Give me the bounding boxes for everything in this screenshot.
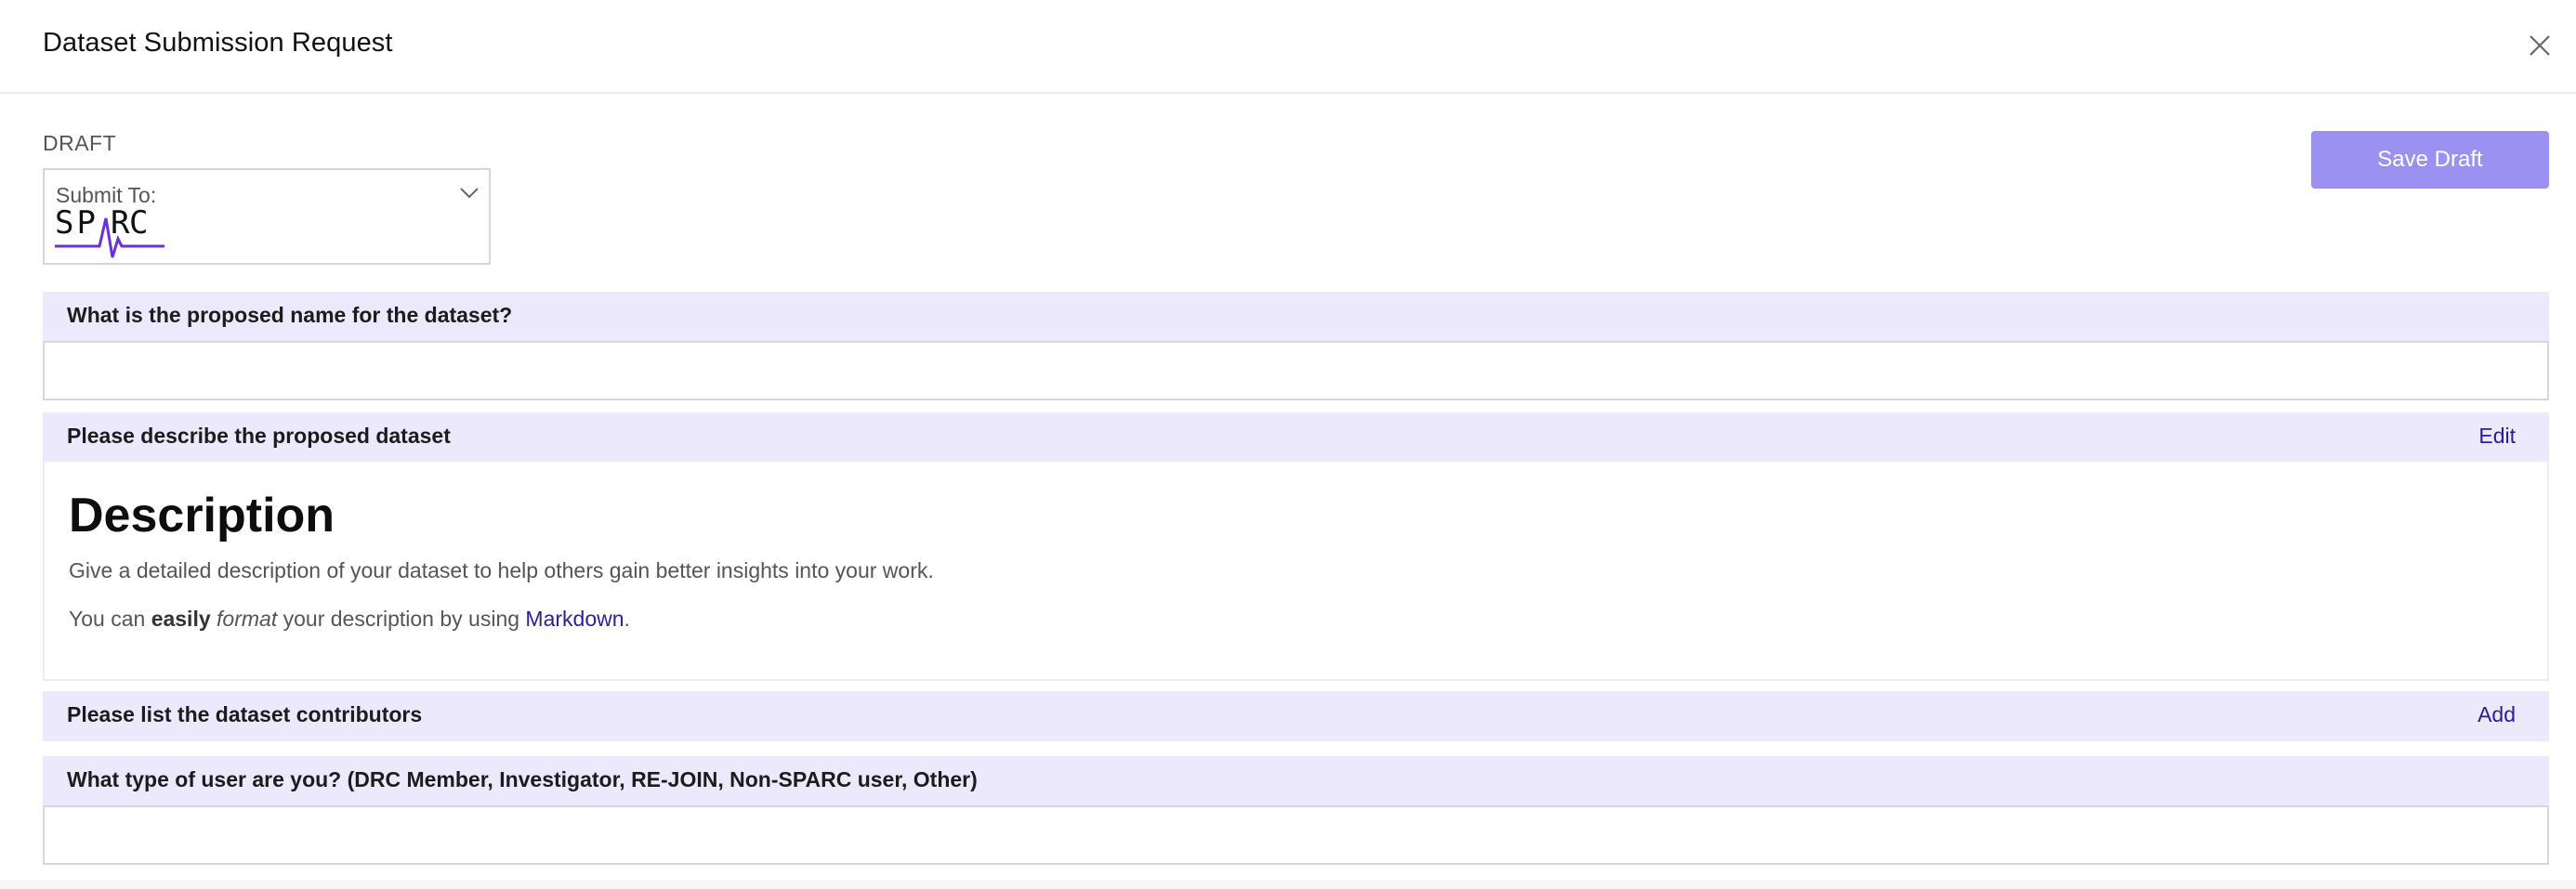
dataset-name-input[interactable] bbox=[43, 341, 2549, 400]
status-label: DRAFT bbox=[43, 131, 117, 155]
question-dataset-name: What is the proposed name for the datase… bbox=[67, 303, 513, 327]
modal-body: DRAFT Save Draft Submit To: SP C R What … bbox=[0, 94, 2576, 889]
section-description: Please describe the proposed dataset Edi… bbox=[43, 412, 2549, 463]
description-paragraph-2: You can easily format your description b… bbox=[69, 607, 630, 632]
question-contributors: Please list the dataset contributors bbox=[67, 702, 423, 726]
svg-text:R: R bbox=[111, 205, 130, 242]
para2-prefix: You can bbox=[69, 607, 151, 631]
chevron-down-icon bbox=[460, 188, 479, 199]
add-contributor-button[interactable]: Add bbox=[2477, 702, 2516, 727]
submit-to-select[interactable]: Submit To: SP C R bbox=[43, 168, 491, 265]
para2-suffix: . bbox=[624, 607, 630, 631]
section-dataset-name: What is the proposed name for the datase… bbox=[43, 292, 2549, 342]
description-preview: Description Give a detailed description … bbox=[43, 462, 2549, 681]
question-user-type: What type of user are you? (DRC Member, … bbox=[67, 767, 978, 791]
svg-text:SP: SP bbox=[55, 205, 99, 242]
para2-middle: your description by using bbox=[277, 607, 526, 631]
description-heading: Description bbox=[69, 489, 335, 543]
section-contributors: Please list the dataset contributors Add bbox=[43, 691, 2549, 741]
para2-bold: easily bbox=[151, 607, 211, 631]
modal-header: Dataset Submission Request bbox=[0, 0, 2576, 94]
user-type-input[interactable] bbox=[43, 805, 2549, 865]
edit-description-button[interactable]: Edit bbox=[2478, 424, 2516, 449]
sparc-logo: SP C R bbox=[55, 205, 164, 258]
para2-italic: format bbox=[217, 607, 278, 631]
save-draft-button[interactable]: Save Draft bbox=[2311, 131, 2549, 189]
svg-text:C: C bbox=[129, 205, 148, 242]
markdown-link[interactable]: Markdown bbox=[525, 607, 624, 631]
description-paragraph-1: Give a detailed description of your data… bbox=[69, 558, 934, 582]
submit-to-label: Submit To: bbox=[56, 183, 157, 207]
close-icon[interactable] bbox=[2526, 32, 2554, 59]
section-user-type: What type of user are you? (DRC Member, … bbox=[43, 756, 2549, 806]
modal-title: Dataset Submission Request bbox=[43, 28, 393, 58]
question-description: Please describe the proposed dataset bbox=[67, 424, 451, 448]
